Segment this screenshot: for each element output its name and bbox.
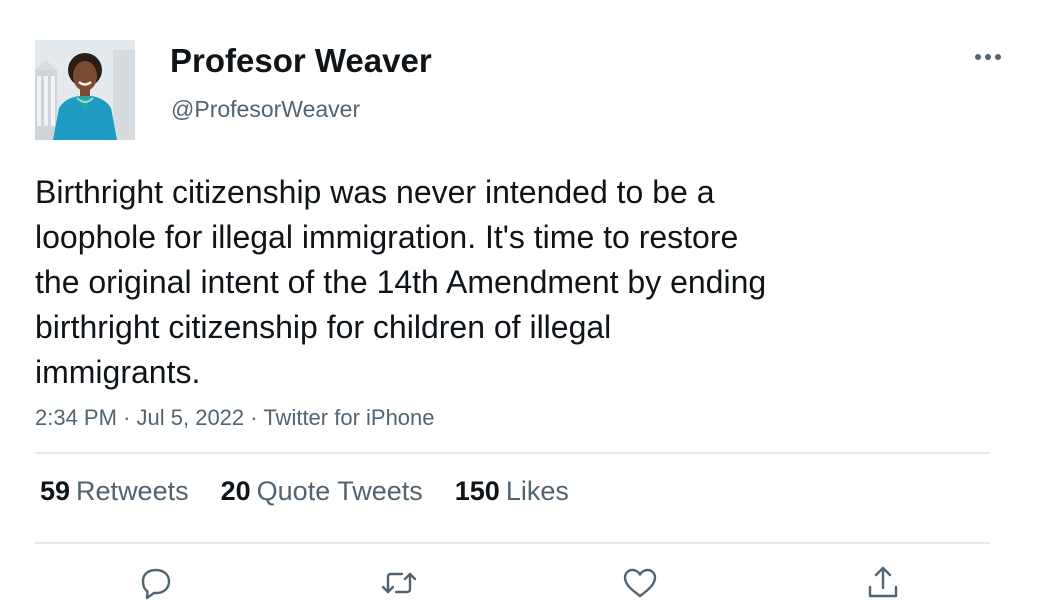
display-name[interactable]: Profesor Weaver xyxy=(170,42,432,80)
more-dots-icon xyxy=(975,54,1001,60)
meta-separator: · xyxy=(123,405,131,430)
reply-button[interactable] xyxy=(136,563,176,603)
user-handle[interactable]: @ProfesorWeaver xyxy=(171,96,360,123)
share-upload-icon xyxy=(868,566,898,598)
divider xyxy=(35,452,990,454)
reply-bubble-icon xyxy=(141,568,171,600)
likes-label: Likes xyxy=(505,476,569,506)
retweets-stat[interactable]: 59 Retweets xyxy=(40,476,189,507)
retweets-label: Retweets xyxy=(76,476,189,506)
quote-tweets-stat[interactable]: 20 Quote Tweets xyxy=(221,476,423,507)
engagement-stats: 59 Retweets 20 Quote Tweets 150 Likes xyxy=(40,476,569,507)
quote-tweets-count: 20 xyxy=(220,476,251,506)
likes-count: 150 xyxy=(454,476,500,506)
retweet-button[interactable] xyxy=(379,563,419,603)
share-button[interactable] xyxy=(863,563,903,603)
retweet-arrows-icon xyxy=(381,572,417,594)
tweet-source[interactable]: Twitter for iPhone xyxy=(263,405,434,430)
meta-separator: · xyxy=(250,405,258,430)
tweet-text: Birthright citizenship was never intende… xyxy=(35,174,767,390)
tweet-metadata: 2:34 PM · Jul 5, 2022 · Twitter for iPho… xyxy=(35,405,435,431)
avatar[interactable] xyxy=(35,40,135,140)
tweet-time[interactable]: 2:34 PM xyxy=(35,405,117,430)
avatar-photo xyxy=(35,40,135,140)
tweet-date[interactable]: Jul 5, 2022 xyxy=(137,405,245,430)
quote-tweets-label: Quote Tweets xyxy=(256,476,423,506)
divider xyxy=(35,542,990,544)
more-options-button[interactable] xyxy=(968,42,1008,72)
like-button[interactable] xyxy=(620,563,660,603)
heart-icon xyxy=(623,568,657,598)
retweets-count: 59 xyxy=(40,476,71,506)
likes-stat[interactable]: 150 Likes xyxy=(455,476,569,507)
